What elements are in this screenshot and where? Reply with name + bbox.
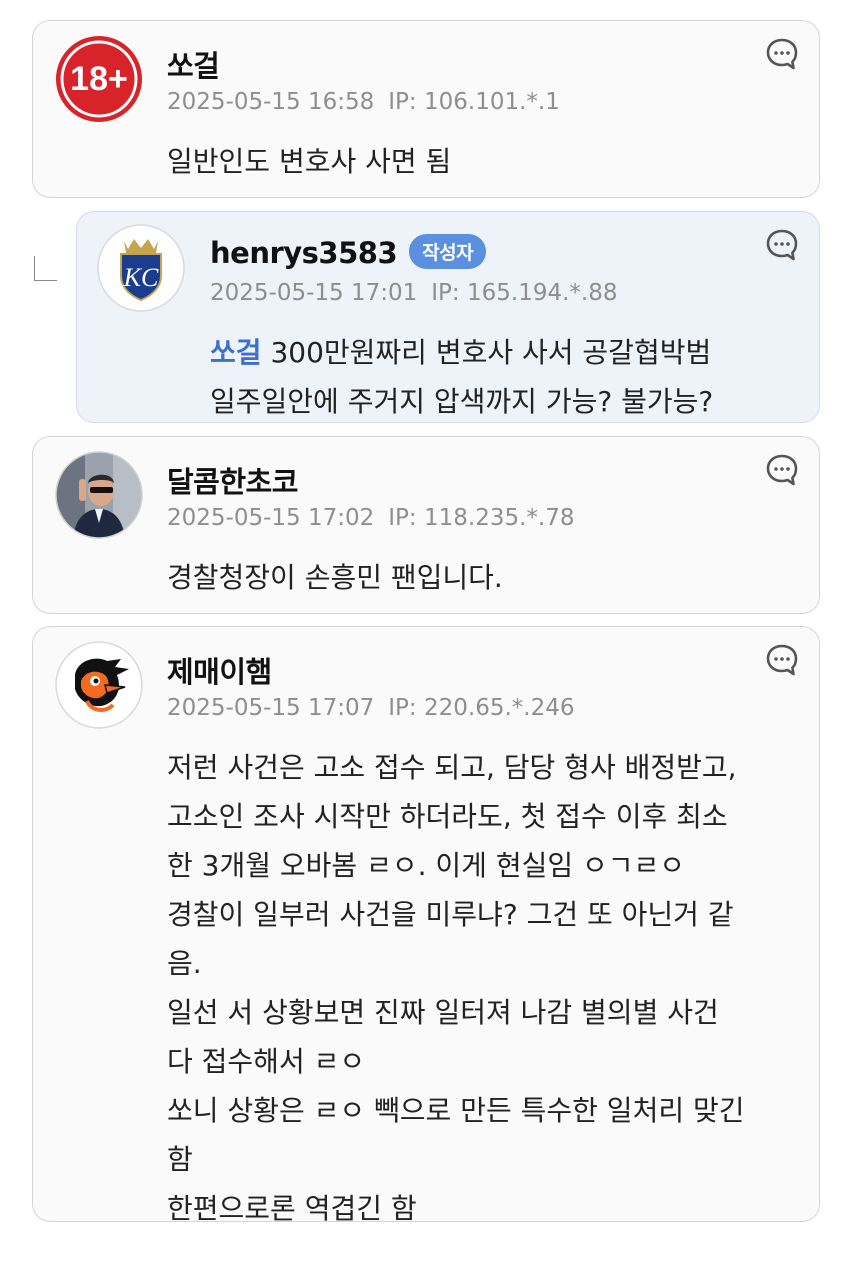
comment-line: 경찰이 일부러 사건을 미루냐? 그건 또 아닌거 같	[167, 898, 734, 931]
author-nickname[interactable]: henrys3583	[210, 236, 398, 270]
comment-card: 18+ 쏘걸 2025-05-15 16:58 IP: 106.101.*.1 일…	[32, 20, 820, 198]
comment-ip: IP: 220.65.*.246	[388, 695, 575, 721]
comment-content: 저런 사건은 고소 접수 되고, 담당 형사 배정받고, 고소인 조사 시작만 …	[167, 743, 797, 1233]
comment-nickname: henrys3583 작성자	[210, 234, 487, 270]
comment-ip: IP: 118.235.*.78	[388, 505, 575, 531]
comment-line: 함	[167, 1143, 193, 1176]
comment-meta: 2025-05-15 17:01 IP: 165.194.*.88	[210, 280, 617, 306]
avatar[interactable]	[55, 641, 143, 729]
reply-bubble-icon[interactable]	[765, 37, 799, 71]
adult-18plus-icon: 18+	[56, 36, 142, 122]
orioles-bird-logo-icon	[55, 641, 143, 729]
comment-line: 한편으로론 역겹긴 함	[167, 1192, 417, 1225]
comment-content: 경찰청장이 손흥민 팬입니다.	[167, 553, 797, 602]
comment-content: 일반인도 변호사 사면 됨	[167, 137, 797, 186]
comment-line: 쏘걸 300만원짜리 변호사 사서 공갈협박범	[210, 328, 797, 377]
comment-line: 일반인도 변호사 사면 됨	[167, 145, 452, 178]
comment-date: 2025-05-15 17:07	[167, 695, 375, 721]
reply-bubble-icon[interactable]	[765, 453, 799, 487]
comment-line: 경찰청장이 손흥민 팬입니다.	[167, 561, 503, 594]
avatar[interactable]	[55, 451, 143, 539]
reply-bubble-icon[interactable]	[765, 643, 799, 677]
avatar[interactable]: KC	[97, 224, 185, 312]
reply-comment-card: KC henrys3583 작성자 2025-05-15 17:01 IP: 165…	[76, 211, 820, 423]
reply-bubble-icon[interactable]	[765, 228, 799, 262]
comment-date: 2025-05-15 17:02	[167, 505, 375, 531]
comment-line: 쏘니 상황은 ㄹㅇ 빽으로 만든 특수한 일처리 맞긴	[167, 1094, 745, 1127]
comment-card: 제매이햄 2025-05-15 17:07 IP: 220.65.*.246 저런…	[32, 626, 820, 1225]
comment-line: 음.	[167, 947, 202, 980]
comment-date: 2025-05-15 17:01	[210, 280, 418, 306]
comment-meta: 2025-05-15 17:07 IP: 220.65.*.246	[167, 695, 574, 721]
comment-content: 쏘걸 300만원짜리 변호사 사서 공갈협박범 일주일안에 주거지 압색까지 가…	[210, 328, 797, 426]
comment-line: 저런 사건은 고소 접수 되고, 담당 형사 배정받고,	[167, 751, 737, 784]
comment-line: 일선 서 상황보면 진짜 일터져 나감 별의별 사건	[167, 996, 719, 1029]
comment-meta: 2025-05-15 16:58 IP: 106.101.*.1	[167, 89, 560, 115]
comment-nickname[interactable]: 제매이햄	[167, 649, 272, 691]
mention-nickname[interactable]: 쏘걸	[210, 336, 262, 369]
kc-royals-logo-icon: KC	[97, 224, 185, 312]
comment-line: 일주일안에 주거지 압색까지 가능? 불가능?	[210, 385, 714, 418]
comment-nickname[interactable]: 달콤한초코	[167, 459, 298, 501]
comment-ip: IP: 165.194.*.88	[431, 280, 618, 306]
profile-photo	[55, 451, 143, 539]
author-badge: 작성자	[409, 234, 487, 269]
comment-card: 달콤한초코 2025-05-15 17:02 IP: 118.235.*.78 경…	[32, 436, 820, 614]
comment-line: 한 3개월 오바봄 ㄹㅇ. 이게 현실임 ㅇㄱㄹㅇ	[167, 849, 686, 882]
reply-thread-connector	[34, 256, 57, 281]
comment-line-text: 300만원짜리 변호사 사서 공갈협박범	[270, 336, 712, 369]
avatar[interactable]: 18+	[55, 35, 143, 123]
comment-line: 고소인 조사 시작만 하더라도, 첫 접수 이후 최소	[167, 800, 728, 833]
comment-nickname[interactable]: 쏘걸	[167, 43, 220, 85]
comment-line: 다 접수해서 ㄹㅇ	[167, 1045, 366, 1078]
svg-text:KC: KC	[123, 263, 159, 292]
comment-meta: 2025-05-15 17:02 IP: 118.235.*.78	[167, 505, 574, 531]
svg-text:18+: 18+	[70, 60, 128, 98]
comment-date: 2025-05-15 16:58	[167, 89, 375, 115]
comment-ip: IP: 106.101.*.1	[388, 89, 560, 115]
